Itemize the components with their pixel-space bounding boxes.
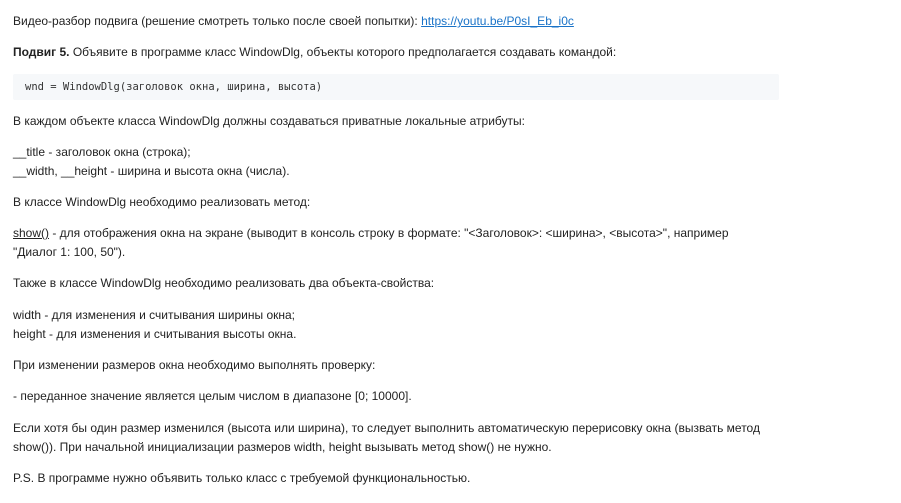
video-line: Видео-разбор подвига (решение смотреть т…: [13, 11, 574, 31]
task-title: Подвиг 5.: [13, 45, 70, 59]
redraw-line-1: Если хотя бы один размер изменился (высо…: [13, 421, 760, 435]
code-block: wnd = WindowDlg(заголовок окна, ширина, …: [13, 74, 779, 100]
attr-size: __width, __height - ширина и высота окна…: [13, 164, 290, 178]
code-text: wnd = WindowDlg(заголовок окна, ширина, …: [25, 81, 323, 93]
video-link[interactable]: https://youtu.be/P0sI_Eb_i0c: [421, 14, 574, 28]
ps-note: P.S. В программе нужно объявить только к…: [13, 471, 471, 485]
prop-width: width - для изменения и считывания ширин…: [13, 308, 296, 322]
video-label: Видео-разбор подвига (решение смотреть т…: [13, 14, 422, 28]
redraw-line-2: show()). При начальной инициализации раз…: [13, 440, 552, 454]
attrs-intro: В каждом объекте класса WindowDlg должны…: [13, 114, 525, 128]
show-example: "Диалог 1: 100, 50").: [13, 245, 126, 259]
task-intro: Объявите в программе класс WindowDlg, об…: [69, 45, 617, 59]
show-method-line: show() - для отображения окна на экране …: [13, 223, 729, 243]
check-intro: При изменении размеров окна необходимо в…: [13, 358, 376, 372]
attr-title: __title - заголовок окна (строка);: [13, 145, 191, 159]
show-method-desc: - для отображения окна на экране (выводи…: [49, 226, 729, 240]
task-heading: Подвиг 5. Объявите в программе класс Win…: [13, 42, 616, 62]
props-intro: Также в классе WindowDlg необходимо реал…: [13, 276, 435, 290]
prop-height: height - для изменения и считывания высо…: [13, 327, 297, 341]
show-method-name: show(): [13, 226, 50, 240]
check-rule: - переданное значение является целым чис…: [13, 389, 412, 403]
method-intro: В классе WindowDlg необходимо реализоват…: [13, 195, 311, 209]
